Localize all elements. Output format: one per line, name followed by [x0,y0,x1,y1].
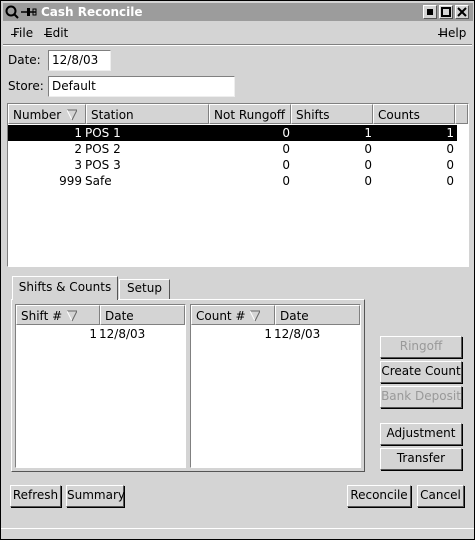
bank-deposit-button[interactable]: Bank Deposit [380,386,462,408]
tab-shifts-counts[interactable]: Shifts & Counts [12,276,118,300]
column-header-not-rungoff[interactable]: Not Rungoff [209,104,291,124]
cancel-button[interactable]: Cancel [417,485,464,507]
cell-counts: 1 [446,126,454,140]
table-row[interactable]: 1 12/8/03 [16,326,185,342]
column-header-number[interactable]: Number [8,104,86,124]
cell-not-rungoff: 0 [282,142,290,156]
cell-number: 999 [59,174,82,188]
refresh-button[interactable]: Refresh [10,485,61,507]
menu-edit[interactable]: Edit [45,26,68,40]
title-bar[interactable]: Cash Reconcile [3,3,473,21]
cell-shift-num: 1 [89,327,97,341]
cell-station: Safe [85,174,112,188]
date-label: Date: [8,53,41,67]
maximize-button[interactable] [439,5,453,19]
date-field[interactable]: 12/8/03 [48,50,111,71]
menu-help[interactable]: Help [439,26,466,40]
table-row[interactable]: 999 Safe 0 0 0 [8,173,457,189]
minimize-button[interactable] [423,5,437,19]
sort-icon [249,310,261,322]
summary-button[interactable]: Summary [66,485,125,507]
app-menu-icon[interactable] [5,5,19,19]
stations-table[interactable]: Number Station Not Rungoff Shifts Counts… [7,103,469,267]
pin-icon[interactable] [21,5,37,19]
cell-not-rungoff: 0 [282,126,290,140]
cell-number: 1 [74,126,82,140]
column-header-count-num[interactable]: Count # [191,305,275,325]
tab-setup[interactable]: Setup [119,279,170,299]
cash-reconcile-window: Cash Reconcile File Edit Help Date: 12/8… [0,0,475,540]
reconcile-button[interactable]: Reconcile [347,485,411,507]
store-label: Store: [8,79,44,93]
header-label: Shift # [21,309,63,323]
create-count-button[interactable]: Create Count [380,361,462,383]
window-title: Cash Reconcile [41,5,143,19]
adjustment-button[interactable]: Adjustment [380,423,462,445]
header-label: Number [13,108,62,122]
cell-shift-date: 12/8/03 [99,327,146,341]
cell-number: 2 [74,142,82,156]
close-button[interactable] [455,5,469,19]
table-row[interactable]: 1 12/8/03 [191,326,360,342]
table-row[interactable]: 3 POS 3 0 0 0 [8,157,457,173]
transfer-button[interactable]: Transfer [380,448,462,470]
menu-separator [3,44,472,46]
mnemonic-underline [438,34,447,35]
cell-station: POS 2 [85,142,121,156]
cell-counts: 0 [446,158,454,172]
sort-icon [66,109,78,121]
cell-shifts: 0 [364,174,372,188]
cell-count-num: 1 [264,327,272,341]
column-header-station[interactable]: Station [86,104,209,124]
status-strip [1,528,474,539]
cell-shifts: 1 [364,126,372,140]
cell-not-rungoff: 0 [282,174,290,188]
cell-shifts: 0 [364,142,372,156]
column-header-shift-date[interactable]: Date [100,305,185,325]
cell-station: POS 3 [85,158,121,172]
store-field[interactable]: Default [48,76,235,97]
ringoff-button[interactable]: Ringoff [380,336,462,358]
shifts-table[interactable]: Shift # Date 1 12/8/03 [15,304,186,468]
cell-counts: 0 [446,142,454,156]
column-header-filler [455,104,468,124]
column-header-counts[interactable]: Counts [373,104,455,124]
column-header-shifts[interactable]: Shifts [291,104,373,124]
counts-table[interactable]: Count # Date 1 12/8/03 [190,304,361,468]
cell-number: 3 [74,158,82,172]
column-header-shift-num[interactable]: Shift # [16,305,100,325]
cell-station: POS 1 [85,126,121,140]
menu-bar: File Edit Help [3,22,473,44]
cell-not-rungoff: 0 [282,158,290,172]
header-label: Count # [196,309,246,323]
cell-counts: 0 [446,174,454,188]
mnemonic-underline [11,34,17,35]
table-row[interactable]: 1 POS 1 0 1 1 [8,125,457,141]
column-header-count-date[interactable]: Date [275,305,360,325]
menu-file[interactable]: File [13,26,33,40]
cell-count-date: 12/8/03 [274,327,321,341]
mnemonic-underline [44,34,52,35]
cell-shifts: 0 [364,158,372,172]
sort-icon [66,310,78,322]
table-row[interactable]: 2 POS 2 0 0 0 [8,141,457,157]
